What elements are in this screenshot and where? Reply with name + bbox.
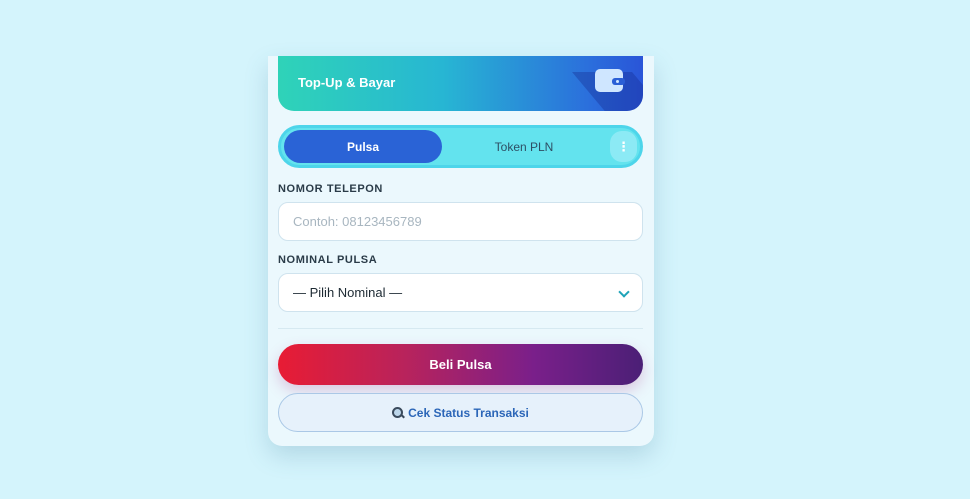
check-status-button[interactable]: Cek Status Transaksi: [278, 393, 643, 432]
divider: [278, 328, 643, 329]
tab-bar: Pulsa Token PLN ⋮: [278, 125, 643, 168]
more-options-icon[interactable]: ⋮: [610, 131, 637, 162]
magnifier-icon: [392, 406, 404, 419]
card-header: Top-Up & Bayar: [278, 56, 643, 111]
nominal-selected-value: — Pilih Nominal —: [293, 285, 403, 300]
check-status-label: Cek Status Transaksi: [408, 405, 529, 420]
topup-card: Top-Up & Bayar Pulsa Token PLN ⋮ NOMOR T…: [268, 56, 654, 446]
tab-pulsa[interactable]: Pulsa: [284, 130, 442, 163]
nominal-select[interactable]: — Pilih Nominal —: [278, 273, 643, 312]
phone-label: NOMOR TELEPON: [278, 183, 383, 195]
chevron-down-icon: [618, 286, 630, 298]
tab-token-pln[interactable]: Token PLN: [443, 130, 605, 163]
buy-pulsa-button[interactable]: Beli Pulsa: [278, 344, 643, 385]
header-title: Top-Up & Bayar: [298, 75, 396, 90]
phone-input[interactable]: [278, 202, 643, 241]
nominal-label: NOMINAL PULSA: [278, 254, 378, 266]
wallet-icon: [595, 69, 625, 92]
